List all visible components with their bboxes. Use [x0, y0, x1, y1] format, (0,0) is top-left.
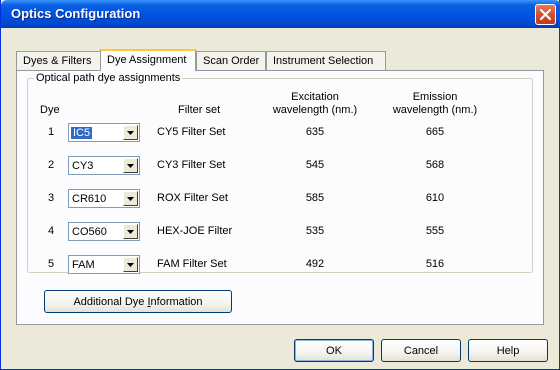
chevron-down-icon[interactable] [123, 257, 138, 272]
tab-label: Dye Assignment [107, 54, 187, 66]
emission-value: 665 [425, 126, 445, 138]
window-title: Optics Configuration [11, 6, 141, 21]
dye-select-value: CR610 [72, 193, 107, 205]
dye-number: 4 [48, 225, 55, 237]
additional-dye-info-button[interactable]: Additional Dye Information [44, 290, 232, 313]
help-label: Help [496, 344, 520, 357]
header-dye: Dye [40, 104, 60, 116]
dye-select-5[interactable]: FAM [68, 255, 140, 274]
emission-value: 568 [425, 159, 445, 171]
chevron-down-icon[interactable] [123, 191, 138, 206]
title-bar[interactable]: Optics Configuration [1, 0, 560, 28]
filter-set-name: CY3 Filter Set [157, 159, 226, 171]
dye-number: 3 [48, 192, 55, 204]
excitation-value: 635 [305, 126, 325, 138]
chevron-down-icon[interactable] [123, 158, 138, 173]
dye-select-1[interactable]: IC5 [68, 123, 140, 142]
dye-number: 2 [48, 159, 55, 171]
tab-instrument-selection[interactable]: Instrument Selection [266, 51, 386, 70]
close-icon[interactable] [535, 4, 556, 25]
emission-value: 516 [425, 258, 445, 270]
additional-label-part2: nformation [150, 295, 203, 308]
tab-dyes-filters[interactable]: Dyes & Filters [16, 51, 102, 70]
excitation-value: 492 [305, 258, 325, 270]
additional-dye-info-label: Additional Dye Information [73, 296, 202, 308]
cancel-label: Cancel [403, 344, 439, 357]
dye-select-value: CY3 [72, 160, 94, 172]
dye-number: 5 [48, 258, 55, 270]
dye-select-value: CO560 [72, 226, 107, 238]
tab-dye-assignment[interactable]: Dye Assignment [100, 49, 196, 71]
group-label: Optical path dye assignments [34, 72, 183, 84]
header-excitation: Excitation wavelength (nm.) [260, 91, 370, 117]
dye-assignment-group: Optical path dye assignments Dye Filter … [27, 72, 533, 274]
cancel-button[interactable]: Cancel [381, 339, 461, 362]
header-excitation-line2: wavelength (nm.) [272, 104, 358, 116]
header-excitation-line1: Excitation [291, 91, 339, 103]
dye-select-4[interactable]: CO560 [68, 222, 140, 241]
chevron-down-icon[interactable] [123, 125, 138, 140]
excitation-value: 545 [305, 159, 325, 171]
header-emission: Emission wavelength (nm.) [380, 91, 490, 117]
filter-set-name: CY5 Filter Set [157, 126, 226, 138]
dye-number: 1 [48, 126, 55, 138]
header-emission-line2: wavelength (nm.) [392, 104, 478, 116]
header-emission-line1: Emission [412, 91, 458, 103]
tab-panel: Optical path dye assignments Dye Filter … [16, 70, 544, 325]
chevron-down-icon[interactable] [123, 224, 138, 239]
dye-select-value: IC5 [71, 127, 93, 139]
tab-label: Instrument Selection [273, 55, 374, 67]
excitation-value: 585 [305, 192, 325, 204]
additional-label-part1: Additional Dye [73, 295, 148, 308]
emission-value: 610 [425, 192, 445, 204]
emission-value: 555 [425, 225, 445, 237]
dye-select-2[interactable]: CY3 [68, 156, 140, 175]
filter-set-name: ROX Filter Set [157, 192, 228, 204]
filter-set-name: HEX-JOE Filter [157, 225, 233, 237]
ok-button[interactable]: OK [294, 339, 374, 362]
filter-set-name: FAM Filter Set [157, 258, 227, 270]
tab-label: Dyes & Filters [23, 55, 92, 67]
dye-select-3[interactable]: CR610 [68, 189, 140, 208]
header-filter-set: Filter set [178, 104, 221, 116]
dye-select-value: FAM [72, 259, 95, 271]
tab-label: Scan Order [203, 55, 260, 67]
excitation-value: 535 [305, 225, 325, 237]
help-button[interactable]: Help [468, 339, 548, 362]
ok-label: OK [326, 344, 342, 357]
dialog-window: Optics Configuration Dyes & Filters Dye … [0, 0, 560, 370]
tab-scan-order[interactable]: Scan Order [196, 51, 266, 70]
